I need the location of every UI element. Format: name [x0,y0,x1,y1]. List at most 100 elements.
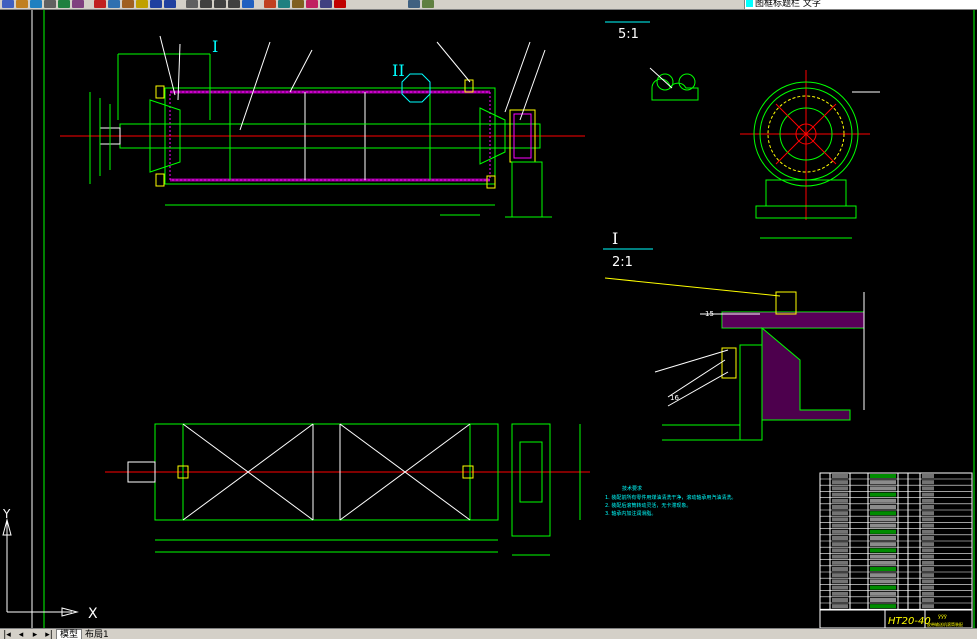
redo-icon[interactable] [164,0,176,8]
bom-cell [870,585,896,590]
part-label-16: 16 [670,394,679,402]
help-icon[interactable] [334,0,346,8]
bom-cell [922,536,934,540]
detail-i-label: I [612,229,618,248]
layout-tabs: |◂ ◂ ▸ ▸| 模型 布局1 [0,628,977,639]
notes-line-2: 2. 装配后滚筒转动灵活，无卡滞现象。 [605,502,691,509]
zoom-realtime-icon[interactable] [200,0,212,8]
bom-cell [870,523,896,528]
bom-cell [922,480,934,485]
layer-color-swatch [746,0,753,7]
last-tab-icon[interactable]: ▸| [42,630,56,639]
prev-tab-icon[interactable]: ◂ [14,630,28,639]
bom-cell [832,560,848,565]
bom-cell [832,523,848,528]
new-icon[interactable] [2,0,14,8]
end-view [740,70,880,239]
bom-cell [922,604,934,609]
detail-ii-view: 5:1 [605,21,699,101]
open-icon[interactable] [16,0,28,8]
notes-title: 技术要求 [622,485,642,492]
match-prop-icon[interactable] [136,0,148,8]
bom-cell [922,505,934,509]
main-section-view: II I [60,35,585,218]
paste-icon[interactable] [122,0,134,8]
bom-cell [832,511,848,516]
undo-icon[interactable] [150,0,162,8]
zoom-window-icon[interactable] [214,0,226,8]
bom-cell [870,511,896,516]
bom-cell [870,604,896,609]
copy-icon[interactable] [108,0,120,8]
bom-cell [832,480,848,485]
bom-cell [870,598,896,602]
bom-cell [870,498,896,503]
bom-cell [922,511,934,516]
tool-palette-icon[interactable] [278,0,290,8]
bom-cell [922,523,934,528]
pan-icon[interactable] [186,0,198,8]
bom-cell [922,585,934,590]
bom-cell [832,548,848,553]
calc-icon[interactable] [320,0,332,8]
bom-cell [832,517,848,522]
bom-cell [832,474,848,478]
bom-cell [870,486,896,491]
title-block: HT20-40 ÿÿÿ 皮带输送机滚筒装配 [819,472,973,628]
layer-dropdown[interactable]: 图框标题栏 文字 [744,0,977,9]
markup-icon[interactable] [306,0,318,8]
bom-cell [832,579,848,584]
cut-icon[interactable] [94,0,106,8]
bom-cell [870,579,896,584]
bom-cell [832,529,848,534]
bom-cell [832,604,848,609]
bom-cell [832,498,848,503]
drawing-number: HT20-40 [888,616,931,627]
section-ii-mark: II [392,61,405,80]
bom-cell [922,486,934,491]
bom-cell [870,567,896,571]
layers-icon[interactable] [408,0,420,8]
sheetset-icon[interactable] [292,0,304,8]
bom-cell [870,474,896,478]
bom-cell [922,591,934,596]
print-icon[interactable] [44,0,56,8]
bom-cell [922,554,934,559]
zoom-previous-icon[interactable] [228,0,240,8]
detail-i-view: I 2:1 15 16 [603,229,865,441]
layer-name: 图框标题栏 文字 [755,0,821,9]
bom-cell [870,591,896,596]
plan-view [105,423,590,556]
save-icon[interactable] [30,0,42,8]
bom-cell [832,486,848,491]
first-tab-icon[interactable]: |◂ [0,630,14,639]
bom-cell [832,536,848,540]
properties-icon[interactable] [242,0,254,8]
title-block-subtitle: 皮带输送机滚筒装配 [927,621,963,627]
bom-cell [870,480,896,485]
bom-cell [832,505,848,509]
title-block-name: ÿÿÿ [938,614,947,620]
detail-ii-scale: 5:1 [618,27,639,42]
bom-cell [832,591,848,596]
bom-cell [832,585,848,590]
bom-cell [870,554,896,559]
layer-state-icon[interactable] [422,0,434,8]
design-center-icon[interactable] [264,0,276,8]
next-tab-icon[interactable]: ▸ [28,630,42,639]
publish-icon[interactable] [72,0,84,8]
bom-cell [922,579,934,584]
bom-cell [870,542,896,547]
axis-y-label: Y [2,507,11,521]
bom-cell [922,548,934,553]
preview-icon[interactable] [58,0,70,8]
part-label-15: 15 [705,310,714,318]
drawing-canvas[interactable]: Y X II I 5:1 I 2:1 15 16 技术要求 1. 装配前所有零件… [0,10,977,628]
detail-i-scale: 2:1 [612,255,633,270]
bom-cell [922,492,934,497]
bom-cell [870,517,896,522]
bom-cell [922,474,934,478]
bom-cell [922,560,934,565]
bom-cell [870,492,896,497]
bom-cell [870,529,896,534]
